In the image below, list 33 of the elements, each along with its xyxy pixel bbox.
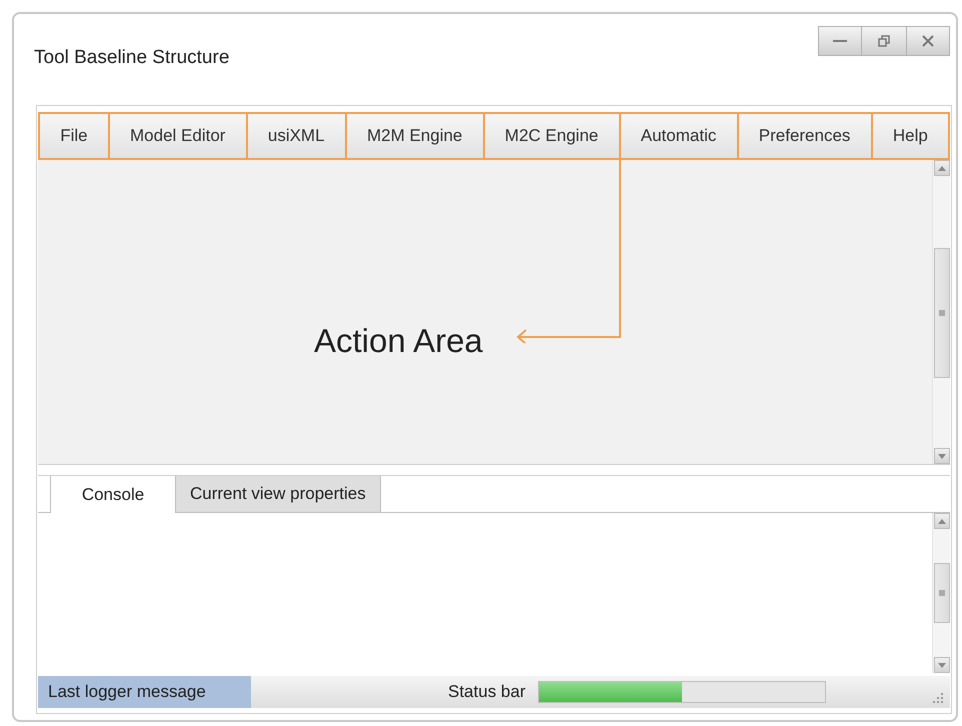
- menu-item[interactable]: Preferences: [736, 114, 871, 158]
- grip-icon: [939, 310, 945, 316]
- menu-item[interactable]: usiXML: [246, 114, 345, 158]
- down-arrow-icon: [938, 662, 946, 668]
- scroll-thumb[interactable]: [934, 563, 950, 623]
- close-icon: [922, 35, 934, 47]
- scroll-thumb[interactable]: [934, 248, 950, 378]
- tab[interactable]: Console: [50, 476, 175, 513]
- scroll-up-button[interactable]: [934, 513, 950, 529]
- grip-icon: [939, 590, 945, 596]
- scroll-up-button[interactable]: [934, 160, 950, 176]
- menu-item[interactable]: File: [40, 114, 108, 158]
- menu-item[interactable]: Automatic: [618, 114, 737, 158]
- window-title: Tool Baseline Structure: [34, 46, 230, 70]
- scroll-down-button[interactable]: [934, 448, 950, 464]
- minimize-icon: [833, 39, 847, 43]
- down-arrow-icon: [938, 454, 946, 458]
- menu-item[interactable]: Model Editor: [108, 114, 246, 158]
- tab[interactable]: Current view properties: [175, 476, 381, 512]
- resize-grip-icon: [932, 692, 944, 704]
- minimize-button[interactable]: [818, 26, 862, 56]
- logger-message: Last logger message: [38, 676, 251, 708]
- restore-button[interactable]: [862, 26, 906, 56]
- close-button[interactable]: [906, 26, 950, 56]
- restore-icon: [878, 35, 890, 47]
- menu-item[interactable]: M2C Engine: [482, 114, 619, 158]
- up-arrow-icon: [938, 166, 946, 170]
- scroll-down-button[interactable]: [934, 657, 950, 673]
- action-area-label: Action Area: [314, 321, 483, 361]
- status-label: Status bar: [448, 681, 526, 704]
- up-arrow-icon: [938, 518, 946, 524]
- menu-item[interactable]: Help: [870, 114, 948, 158]
- menu-item[interactable]: M2M Engine: [344, 114, 483, 158]
